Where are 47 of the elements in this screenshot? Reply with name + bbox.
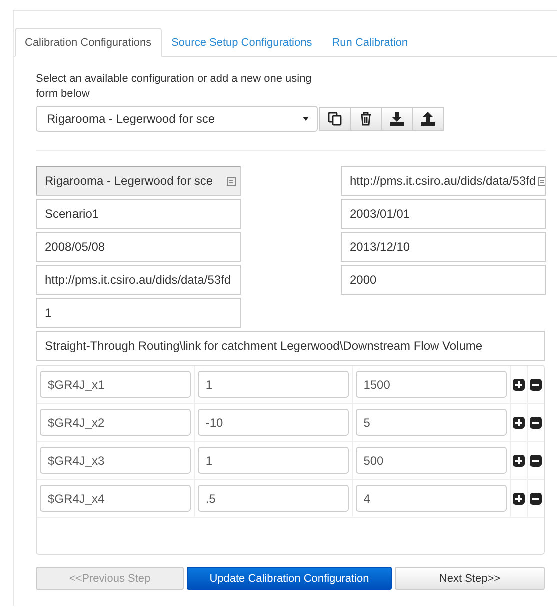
instruction-text: Select an available configuration or add a new one using form below — [36, 72, 313, 102]
route-field[interactable]: Straight-Through Routing\link for catchment Legerwood\Downstream Flow Volume — [36, 331, 545, 361]
input-field[interactable]: http://pms.it.csiro.au/dids/data/53fd — [36, 265, 241, 295]
input-field[interactable]: Scenario1 — [36, 199, 241, 229]
remove-icon[interactable] — [530, 454, 542, 466]
parameter-name-field[interactable]: $GR4J_x4 — [40, 485, 191, 512]
add-icon[interactable] — [512, 378, 525, 390]
step-button[interactable]: Next Step>> — [395, 567, 545, 590]
copy-icon — [328, 112, 342, 126]
input-field[interactable]: http://pms.it.csiro.au/dids/data/53fd — [341, 166, 546, 196]
input-field[interactable]: 2003/01/01 — [341, 199, 546, 229]
configuration-select[interactable]: Rigarooma - Legerwood for sce — [36, 106, 318, 132]
add-icon[interactable] — [512, 492, 525, 504]
parameter-name-field[interactable]: $GR4J_x2 — [40, 409, 191, 436]
trash-icon — [360, 112, 372, 126]
input-field[interactable]: 2000 — [341, 265, 546, 295]
upload-icon — [421, 112, 435, 126]
delete-button[interactable] — [350, 107, 382, 131]
min-value-field[interactable]: 1 — [198, 447, 349, 474]
parameter-name-field[interactable]: $GR4J_x1 — [40, 371, 191, 398]
tab[interactable]: Source Setup Configurations — [162, 28, 322, 57]
input-field[interactable]: 2008/05/08 — [36, 232, 241, 262]
input-field[interactable]: 2013/12/10 — [341, 232, 546, 262]
caret-icon — [303, 117, 309, 121]
input-field[interactable]: 1 — [36, 298, 241, 328]
add-icon[interactable] — [512, 416, 525, 428]
list-icon — [227, 176, 236, 186]
max-value-field[interactable]: 1500 — [356, 371, 507, 398]
tab[interactable]: Run Calibration — [322, 28, 418, 57]
parameter-name-field[interactable]: $GR4J_x3 — [40, 447, 191, 474]
list-icon — [538, 176, 545, 186]
add-icon[interactable] — [512, 454, 525, 466]
min-value-field[interactable]: -10 — [198, 409, 349, 436]
max-value-field[interactable]: 4 — [356, 485, 507, 512]
remove-icon[interactable] — [530, 416, 542, 428]
copy-button[interactable] — [319, 107, 351, 131]
max-value-field[interactable]: 500 — [356, 447, 507, 474]
upload-button[interactable] — [412, 107, 444, 131]
remove-icon[interactable] — [530, 492, 542, 504]
max-value-field[interactable]: 5 — [356, 409, 507, 436]
tab[interactable]: Calibration Configurations — [15, 28, 162, 57]
min-value-field[interactable]: 1 — [198, 371, 349, 398]
step-button[interactable]: Update Calibration Configuration — [187, 567, 392, 590]
download-button[interactable] — [381, 107, 413, 131]
remove-icon[interactable] — [530, 378, 542, 390]
min-value-field[interactable]: .5 — [198, 485, 349, 512]
download-icon — [390, 112, 404, 126]
